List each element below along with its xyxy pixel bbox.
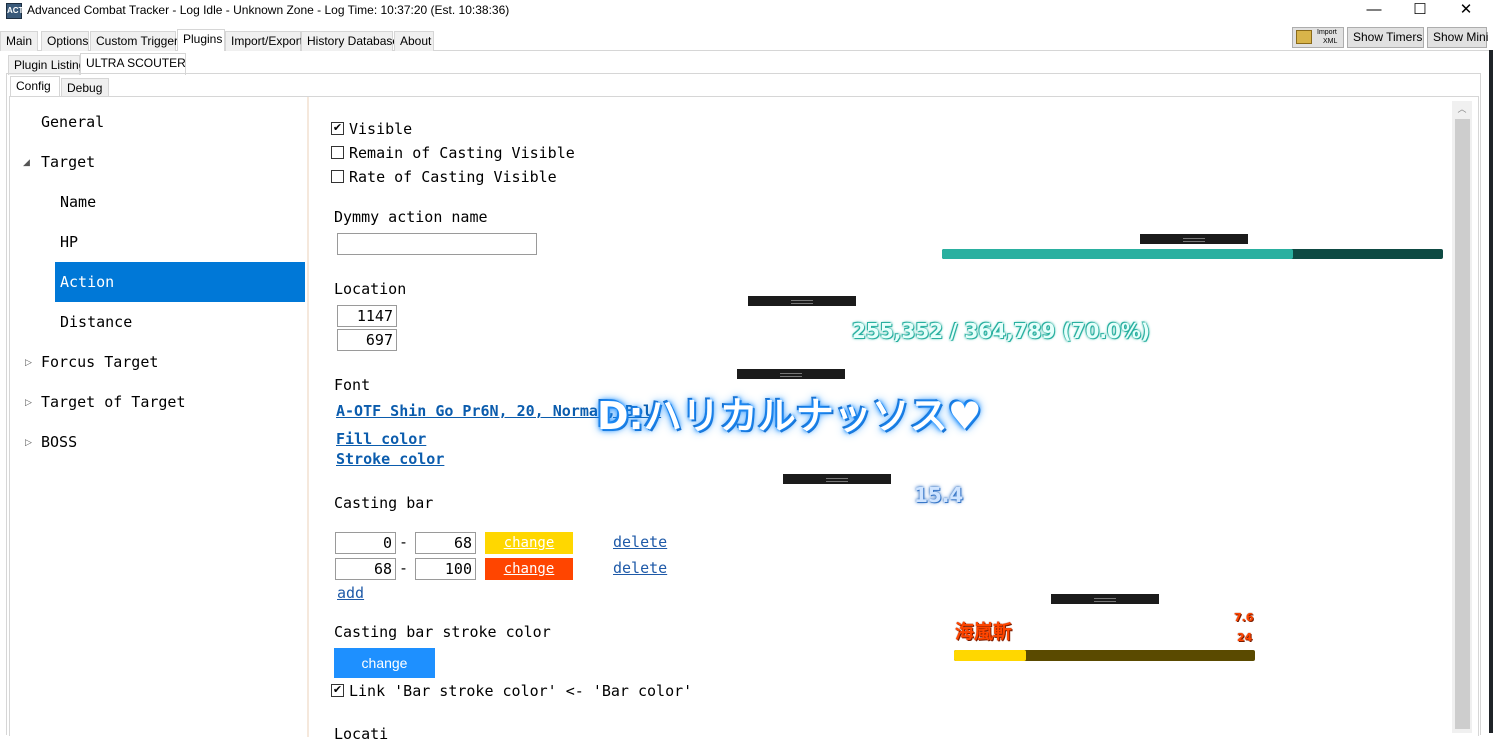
link-bar-label: Link 'Bar stroke color' <- 'Bar color' [349,682,693,700]
drag-handle[interactable] [1140,234,1248,244]
link-bar-checkbox[interactable]: ✔ [331,684,344,697]
import-folder-icon [1296,30,1312,44]
tree-item-general[interactable]: General [41,102,104,142]
tree-item-action[interactable]: Action [55,262,305,302]
casting-bar-label: Casting bar [334,494,434,512]
casting-bar [954,650,1255,661]
fill-color-link[interactable]: Fill color [336,430,426,448]
expanded-arrow-icon[interactable]: ◢ [23,157,30,168]
casting-bar-to-input[interactable]: 100 [415,558,476,580]
collapsed-arrow-icon[interactable]: ▷ [25,397,32,408]
drag-handle[interactable] [748,296,856,306]
close-button[interactable]: ✕ [1443,0,1489,22]
tab-import-export[interactable]: Import/Export [225,31,303,51]
dummy-action-label: Dymmy action name [334,208,488,226]
app-icon: ACT [6,3,23,19]
stroke-color-label: Casting bar stroke color [334,623,551,641]
font-label: Font [334,376,371,394]
casting-bar-delete-link[interactable]: delete [613,559,667,577]
tree-item-focus-target[interactable]: Forcus Target [41,342,158,382]
tree-item-target[interactable]: Target [41,142,95,182]
tab-config[interactable]: Config [10,76,60,96]
maximize-button[interactable]: ☐ [1397,0,1443,22]
stroke-color-button[interactable]: change [334,648,435,678]
range-dash: - [399,533,409,551]
remain-casting-checkbox[interactable] [331,146,344,159]
import-xml-label-1: Import [1317,29,1337,36]
location-label: Location [334,280,407,298]
collapsed-arrow-icon[interactable]: ▷ [25,357,32,368]
tab-custom-triggers[interactable]: Custom Triggers [90,31,184,51]
desktop-edge [1489,50,1493,733]
tree-item-name[interactable]: Name [60,182,96,222]
hp-text: 255,352 / 364,789 (70.0%) [852,319,1151,343]
drag-handle[interactable] [737,369,845,379]
casting-bar-color-button[interactable]: change [485,558,573,580]
dummy-action-input[interactable] [337,233,537,255]
tab-debug[interactable]: Debug [61,78,109,96]
stroke-color-link[interactable]: Stroke color [336,450,444,468]
location-x-input[interactable]: 1147 [337,305,397,327]
add-casting-bar-link[interactable]: add [337,584,364,602]
tab-history-database[interactable]: History Database [301,31,399,51]
scroll-up-icon[interactable]: ︿ [1452,101,1472,118]
action-time-text: 7.6 [1234,611,1254,624]
tab-ultra-scouter[interactable]: ULTRA SCOUTER [80,53,186,75]
casting-bar-from-input[interactable]: 0 [335,532,396,554]
target-name-text: D:ハリカルナッソス♥ [597,394,982,438]
action-rate-text: 24 [1237,631,1253,644]
cutoff-label: Locati [334,725,389,743]
import-xml-button[interactable]: Import XML [1292,27,1344,48]
window-title: Advanced Combat Tracker - Log Idle - Unk… [27,3,510,17]
rate-casting-label: Rate of Casting Visible [349,168,557,186]
casting-bar-from-input[interactable]: 68 [335,558,396,580]
tab-plugins[interactable]: Plugins [177,29,225,51]
casting-bar-fill [954,650,1027,661]
splitter[interactable] [307,97,309,737]
visible-label: Visible [349,120,413,138]
remain-casting-label: Remain of Casting Visible [349,144,575,162]
action-name-text: 海嵐斬 [955,621,1013,643]
casting-bar-color-button[interactable]: change [485,532,573,554]
tab-options[interactable]: Options [41,31,89,51]
casting-bar-delete-link[interactable]: delete [613,533,667,551]
import-xml-label-2: XML [1323,38,1338,45]
tab-about[interactable]: About [394,31,434,51]
tree-item-target-of-target[interactable]: Target of Target [41,382,186,422]
location-y-input[interactable]: 697 [337,329,397,351]
minimize-button[interactable]: — [1351,0,1397,22]
rate-casting-checkbox[interactable] [331,170,344,183]
hp-bar [942,249,1443,259]
tab-main[interactable]: Main [0,31,38,51]
scroll-thumb[interactable] [1455,119,1470,729]
distance-text: 15.4 [914,483,964,507]
collapsed-arrow-icon[interactable]: ▷ [25,437,32,448]
tree-item-hp[interactable]: HP [60,222,78,262]
tree-item-distance[interactable]: Distance [60,302,132,342]
drag-handle[interactable] [1051,594,1159,604]
drag-handle[interactable] [783,474,891,484]
show-mini-button[interactable]: Show Mini [1427,27,1488,48]
visible-checkbox[interactable]: ✔ [331,122,344,135]
tab-plugin-listing[interactable]: Plugin Listing [8,55,85,75]
show-timers-button[interactable]: Show Timers [1347,27,1424,48]
tree-item-boss[interactable]: BOSS [41,422,77,462]
hp-bar-fill [942,249,1293,259]
casting-bar-to-input[interactable]: 68 [415,532,476,554]
range-dash: - [399,559,409,577]
